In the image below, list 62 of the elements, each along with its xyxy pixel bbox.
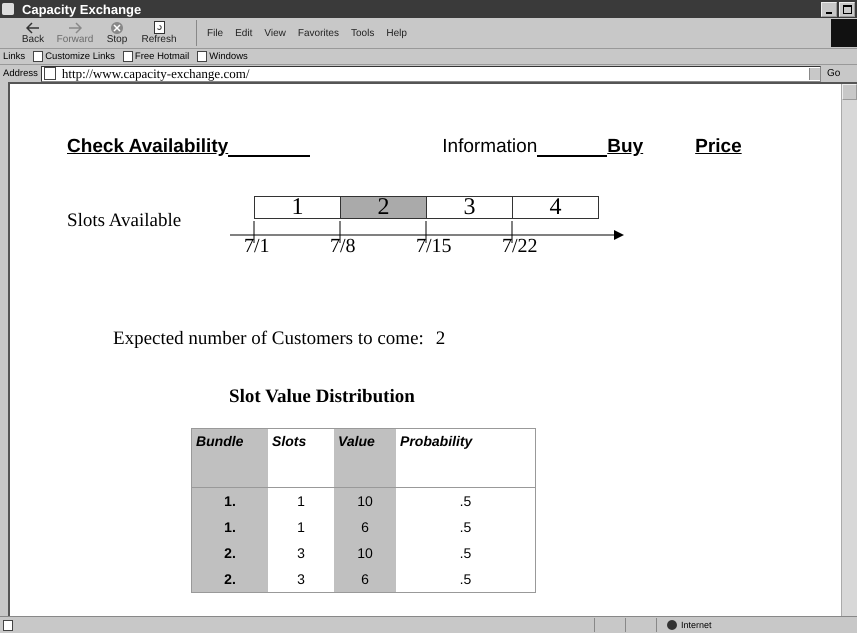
toolbar-button[interactable]: Stop xyxy=(96,22,138,44)
table-cell: .5 xyxy=(396,566,536,592)
go-button[interactable]: Go xyxy=(821,68,857,79)
toolbar-button[interactable]: Back xyxy=(12,22,54,44)
menu-item[interactable]: View xyxy=(264,28,286,38)
toolbar-button[interactable]: Refresh xyxy=(138,21,180,45)
table-cell: .5 xyxy=(396,540,536,566)
column-header: Bundle xyxy=(192,428,268,488)
nav-link[interactable]: Information xyxy=(442,136,538,158)
menu-item[interactable]: Favorites xyxy=(298,28,339,38)
expected-label: Expected number of Customers to come: xyxy=(113,328,424,350)
zone-label: Internet xyxy=(656,618,857,632)
minimize-button[interactable] xyxy=(821,2,837,16)
expected-value: 2 xyxy=(436,328,446,350)
link-button[interactable]: Free Hotmail xyxy=(122,51,190,62)
slot-cell[interactable]: 3 xyxy=(426,197,512,218)
nav-link[interactable]: Price xyxy=(695,136,742,158)
slot-cell[interactable]: 2 xyxy=(340,197,426,218)
table-cell: 1 xyxy=(268,514,334,540)
table-cell: 2. xyxy=(192,566,268,592)
slot-cell[interactable]: 1 xyxy=(255,197,340,218)
table-cell: .5 xyxy=(396,488,536,514)
table-cell: 1. xyxy=(192,514,268,540)
stop-icon xyxy=(111,22,123,34)
date-label: 7/8 xyxy=(330,235,356,258)
forward-arrow-icon xyxy=(68,22,82,34)
link-button[interactable]: Customize Links xyxy=(33,51,115,62)
column-header: Value xyxy=(334,428,396,488)
nav-link[interactable]: Check Availability xyxy=(67,136,228,158)
window-title: Capacity Exchange xyxy=(22,2,142,16)
table-cell: 10 xyxy=(334,540,396,566)
table-cell: 6 xyxy=(334,514,396,540)
table-cell: 1. xyxy=(192,488,268,514)
table-cell: .5 xyxy=(396,514,536,540)
slot-cell[interactable]: 4 xyxy=(512,197,598,218)
column-header: Probability xyxy=(396,428,536,488)
table-cell: 3 xyxy=(268,540,334,566)
date-label: 7/1 xyxy=(244,235,270,258)
table-cell: 2. xyxy=(192,540,268,566)
slots-label: Slots Available xyxy=(67,210,182,233)
table-cell: 3 xyxy=(268,566,334,592)
links-label: Links xyxy=(3,51,26,62)
maximize-button[interactable] xyxy=(839,2,855,16)
menu-item[interactable]: File xyxy=(207,28,224,38)
menu-item[interactable]: Tools xyxy=(350,28,374,38)
date-label: 7/22 xyxy=(502,235,538,258)
refresh-icon xyxy=(154,21,164,34)
table-cell: 6 xyxy=(334,566,396,592)
menu-item[interactable]: Edit xyxy=(235,28,252,38)
page-icon xyxy=(3,620,13,630)
address-label: Address xyxy=(3,68,38,79)
address-field[interactable]: http://www.capacity-exchange.com/ xyxy=(40,66,821,82)
table-cell: 1 xyxy=(268,488,334,514)
menu-item[interactable]: Help xyxy=(386,28,407,38)
scrollbar[interactable] xyxy=(841,84,857,616)
table-title: Slot Value Distribution xyxy=(229,386,416,408)
date-label: 7/15 xyxy=(416,235,452,258)
table-cell: 10 xyxy=(334,488,396,514)
back-arrow-icon xyxy=(26,22,40,34)
link-button[interactable]: Windows xyxy=(197,51,248,62)
nav-link[interactable]: Buy xyxy=(607,136,644,158)
underline-rule xyxy=(537,155,608,157)
